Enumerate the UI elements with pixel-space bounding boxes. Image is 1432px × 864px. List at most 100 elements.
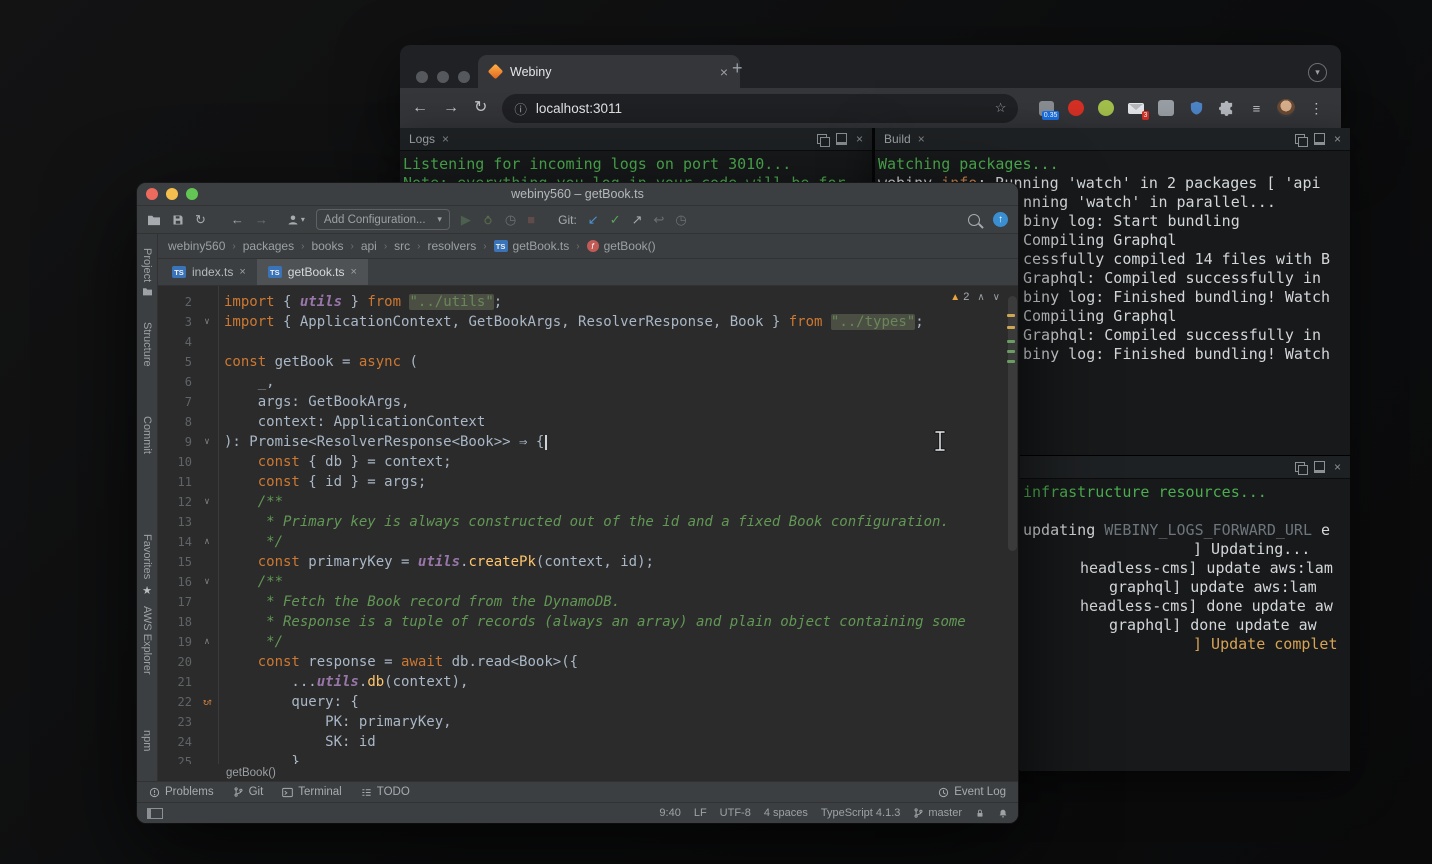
navigate-back-icon[interactable]: ← [231, 213, 244, 226]
fold-icon[interactable]: ∧ [197, 637, 217, 647]
navigate-forward-icon[interactable]: → [255, 213, 268, 226]
line-number[interactable]: 17 [158, 595, 197, 609]
forward-icon[interactable]: → [443, 100, 459, 116]
code-line[interactable]: PK: primaryKey, [224, 712, 1018, 732]
stripe-button-commit[interactable]: Commit [137, 416, 157, 454]
fold-icon[interactable]: ∨ [197, 577, 217, 587]
fold-icon[interactable]: ∨ [197, 437, 217, 447]
stripe-button-structure[interactable]: Structure [137, 322, 157, 367]
window-grip-icon[interactable] [147, 808, 163, 819]
code-line[interactable]: /** [224, 492, 1018, 512]
status-item[interactable]: UTF-8 [720, 807, 751, 819]
profile-avatar[interactable] [1277, 99, 1295, 117]
run-configuration-select[interactable]: Add Configuration...▾ [316, 209, 450, 230]
breadcrumb-item[interactable]: fgetBook() [587, 239, 656, 253]
code-line[interactable]: import { ApplicationContext, GetBookArgs… [224, 312, 1018, 332]
line-number[interactable]: 10 [158, 455, 197, 469]
bookmark-star-icon[interactable]: ☆ [995, 100, 1007, 116]
code-line[interactable]: const getBook = async ( [224, 352, 1018, 372]
line-number[interactable]: 4 [158, 335, 197, 349]
code-line[interactable]: import { utils } from "../utils"; [224, 292, 1018, 312]
open-folder-icon[interactable] [147, 214, 161, 226]
line-number[interactable]: 18 [158, 615, 197, 629]
code-line[interactable]: args: GetBookArgs, [224, 392, 1018, 412]
editor[interactable]: 23∨456789∨101112∨1314∧1516∨171819∧202122… [158, 286, 1018, 764]
code-line[interactable]: * Primary key is always constructed out … [224, 512, 1018, 532]
profiler-icon[interactable]: ◷ [505, 213, 516, 226]
stripe-button-aws-explorer[interactable]: AWS Explorer [137, 606, 157, 675]
extensions-puzzle-icon[interactable] [1217, 99, 1235, 117]
ide-close-button[interactable] [146, 188, 158, 200]
browser-minimize-button[interactable] [437, 71, 449, 83]
debug-bug-icon[interactable] [482, 214, 494, 226]
line-number[interactable]: 21 [158, 675, 197, 689]
line-number[interactable]: 6 [158, 375, 197, 389]
browser-zoom-button[interactable] [458, 71, 470, 83]
toolwindow-button-terminal[interactable]: Terminal [282, 786, 341, 798]
reload-icon[interactable]: ↻ [474, 100, 487, 116]
breadcrumb-item[interactable]: TSgetBook.ts [494, 239, 570, 253]
next-problem-icon[interactable]: ∨ [993, 292, 1000, 303]
reading-list-icon[interactable]: ≡ [1247, 99, 1265, 117]
fold-icon[interactable]: ∧ [197, 537, 217, 547]
ide-minimize-button[interactable] [166, 188, 178, 200]
status-item[interactable]: 4 spaces [764, 807, 808, 819]
vcs-update-icon[interactable]: ↙ [588, 213, 599, 226]
browser-tab[interactable]: Webiny × [478, 55, 740, 88]
breadcrumb-item[interactable]: resolvers [428, 239, 477, 253]
vcs-history-icon[interactable]: ◷ [675, 213, 686, 226]
stripe-button-project[interactable]: Project [137, 248, 157, 296]
code-line[interactable]: * Response is a tuple of records (always… [224, 612, 1018, 632]
run-icon[interactable]: ▶ [461, 213, 471, 226]
code-line[interactable]: /** [224, 572, 1018, 592]
user-profile-icon[interactable]: ▾ [287, 214, 305, 226]
line-number[interactable]: 16 [158, 575, 197, 589]
browser-menu-icon[interactable]: ⋮ [1307, 99, 1325, 117]
back-icon[interactable]: ← [412, 100, 428, 116]
deploy-close-icon[interactable]: × [1334, 460, 1341, 474]
code-line[interactable]: } [224, 752, 1018, 764]
dock-window-icon[interactable] [836, 133, 847, 145]
code-line[interactable]: SK: id [224, 732, 1018, 752]
site-info-icon[interactable]: ⓘ [514, 99, 527, 118]
float-window-icon[interactable] [1295, 462, 1305, 472]
fold-icon[interactable]: ∨ [197, 497, 217, 507]
notifications-bell-icon[interactable] [998, 808, 1008, 819]
prev-problem-icon[interactable]: ∧ [977, 292, 984, 303]
code-line[interactable]: _, [224, 372, 1018, 392]
line-number[interactable]: 25 [158, 755, 197, 764]
build-tab-close-icon[interactable]: × [918, 132, 925, 146]
url-bar[interactable]: ⓘ localhost:3011 ☆ [502, 94, 1018, 123]
ide-update-icon[interactable]: ↑ [993, 212, 1008, 227]
line-number[interactable]: 3 [158, 315, 197, 329]
breadcrumb-item[interactable]: api [361, 239, 377, 253]
code-line[interactable]: context: ApplicationContext [224, 412, 1018, 432]
code-line[interactable]: const { db } = context; [224, 452, 1018, 472]
line-number[interactable]: 22 [158, 695, 197, 709]
code-line[interactable]: query: { [224, 692, 1018, 712]
code-area[interactable]: import { utils } from "../utils";import … [219, 286, 1018, 764]
vcs-push-icon[interactable]: ↗ [632, 213, 643, 226]
window-chevron-icon[interactable]: ▾ [1308, 63, 1327, 82]
editor-gutter[interactable]: 23∨456789∨101112∨1314∧1516∨171819∧202122… [158, 286, 219, 764]
green-extension-icon[interactable] [1097, 99, 1115, 117]
browser-traffic-lights[interactable] [416, 71, 470, 83]
line-number[interactable]: 14 [158, 535, 197, 549]
code-line[interactable]: const response = await db.read<Book>({ [224, 652, 1018, 672]
fold-icon[interactable]: ∨ [197, 317, 217, 327]
dock-window-icon[interactable] [1314, 133, 1325, 145]
vcs-rollback-icon[interactable]: ↩ [654, 213, 665, 226]
line-number[interactable]: 23 [158, 715, 197, 729]
ide-titlebar[interactable]: webiny560 – getBook.ts [137, 183, 1018, 206]
logs-tab-close-icon[interactable]: × [442, 132, 449, 146]
toolwindow-button-git[interactable]: Git [233, 786, 264, 798]
lock-icon[interactable] [975, 808, 985, 819]
line-number[interactable]: 12 [158, 495, 197, 509]
status-item[interactable]: TypeScript 4.1.3 [821, 807, 901, 819]
breadcrumb-item[interactable]: books [311, 239, 343, 253]
code-line[interactable]: const { id } = args; [224, 472, 1018, 492]
tab-close-icon[interactable]: × [720, 65, 728, 79]
code-line[interactable]: ...utils.db(context), [224, 672, 1018, 692]
line-number[interactable]: 20 [158, 655, 197, 669]
line-number[interactable]: 15 [158, 555, 197, 569]
